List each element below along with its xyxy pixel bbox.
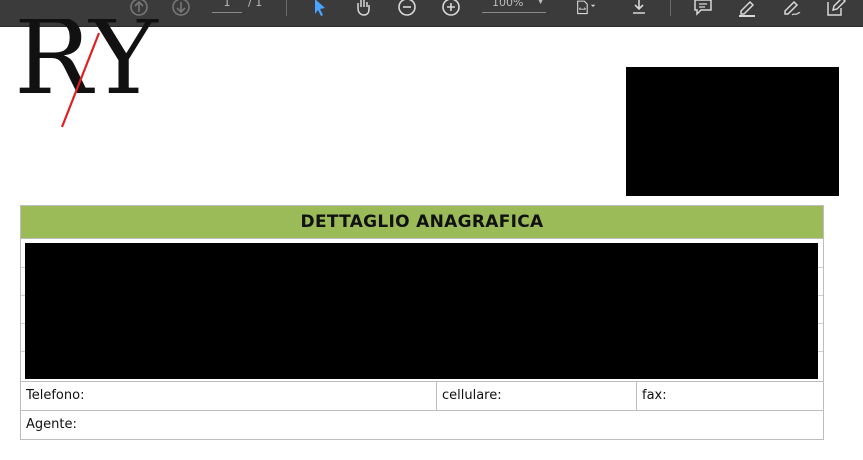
document-page: RY DETTAGLIO ANAGRAFICA Telefono: cellul… [0,19,863,460]
agent-label: Agente: [26,417,77,432]
redacted-rows [21,239,823,381]
table-title: DETTAGLIO ANAGRAFICA [21,206,823,239]
chevron-down-icon: ▼ [537,0,544,6]
mobile-label: cellulare: [437,382,637,410]
page-total-label: / 1 [248,0,263,9]
contact-row: Telefono: cellulare: fax: [21,381,823,410]
redacted-block [626,67,839,196]
page-number-input[interactable]: 1 [212,0,242,13]
logo-text: RY [14,19,159,118]
comment-icon[interactable] [690,0,716,20]
zoom-in-icon[interactable] [438,0,464,20]
edit-icon[interactable] [822,0,848,20]
hand-icon[interactable] [350,0,376,20]
page-up-icon[interactable] [126,0,152,20]
zoom-out-icon[interactable] [394,0,420,20]
agent-row: Agente: [21,410,823,439]
download-icon[interactable] [626,0,652,20]
toolbar-divider [670,0,671,16]
toolbar-divider [286,0,287,16]
company-logo: RY [14,19,159,128]
page-down-icon[interactable] [168,0,194,20]
zoom-value: 100% [492,0,524,9]
select-cursor-icon[interactable] [306,0,332,20]
zoom-select[interactable]: 100% ▼ [482,0,546,13]
fit-page-icon[interactable] [568,0,602,20]
fax-label: fax: [642,388,667,403]
redacted-block [25,243,818,379]
phone-label: Telefono: [21,382,437,410]
highlight-icon[interactable] [734,0,760,20]
anagrafica-table: DETTAGLIO ANAGRAFICA Telefono: cellulare… [20,205,824,440]
sign-icon[interactable] [778,0,804,20]
